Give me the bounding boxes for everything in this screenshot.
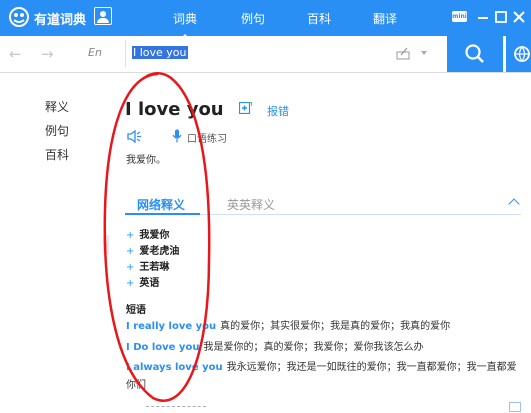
sidebar-item-definition[interactable]: 释义 — [45, 98, 69, 115]
microphone-icon[interactable] — [172, 129, 182, 143]
close-icon[interactable] — [511, 8, 527, 26]
web-definition-text: 王若琳 — [139, 262, 170, 273]
phrase-english-link[interactable]: I really love you — [126, 321, 216, 332]
speaking-practice-link[interactable]: 口语练习 — [187, 130, 227, 145]
handwriting-input-icon[interactable] — [396, 46, 410, 60]
more-link-hint — [146, 406, 206, 408]
phrase-english-link[interactable]: I always love you — [126, 362, 223, 373]
tab-web-definition[interactable]: 网络释义 — [137, 196, 185, 213]
language-selector[interactable]: En — [88, 46, 102, 59]
phrase-item: I always love you 我永远爱你；我还是一如既往的爱你；我一直都爱你… — [126, 359, 521, 395]
translate-globe-button[interactable] — [506, 36, 531, 72]
expand-plus-icon: + — [126, 230, 135, 241]
forward-arrow-icon[interactable]: → — [41, 45, 54, 63]
sidebar-collapse-handle[interactable]: ‹ — [103, 235, 109, 255]
tab-english-definition[interactable]: 英英释义 — [227, 196, 275, 213]
minimize-icon[interactable] — [475, 8, 491, 26]
sidebar-item-examples[interactable]: 例句 — [45, 122, 69, 139]
web-definition-text: 爱老虎油 — [139, 246, 180, 257]
user-avatar-icon[interactable] — [94, 7, 112, 25]
search-icon — [465, 44, 484, 63]
web-definition-text: 英语 — [139, 278, 160, 289]
basic-meaning: 我爱你。 — [126, 155, 166, 166]
search-button[interactable] — [447, 36, 503, 72]
maximize-icon[interactable] — [493, 8, 509, 26]
title-bar: 有道词典 词典 例句 百科 翻译 mini — [0, 0, 531, 39]
add-to-wordbook-icon[interactable] — [239, 102, 252, 114]
web-definition-item[interactable]: + 王若琳 — [126, 258, 169, 273]
web-definition-item[interactable]: + 我爱你 — [126, 226, 169, 241]
phrase-english-link[interactable]: I Do love you — [126, 342, 199, 353]
active-tab-indicator — [125, 213, 200, 215]
expand-plus-icon: + — [126, 262, 135, 273]
web-definition-text: 我爱你 — [139, 230, 170, 241]
feedback-icon[interactable] — [509, 402, 521, 412]
phrase-item: I really love you 真的爱你；其实很爱你；我是真的爱你；我真的爱你 — [126, 318, 521, 336]
search-query-text[interactable]: I love you — [132, 46, 188, 59]
back-arrow-icon[interactable]: ← — [9, 45, 22, 63]
expand-plus-icon: + — [126, 246, 135, 257]
youdao-logo-icon — [9, 7, 29, 27]
web-definition-item[interactable]: + 英语 — [126, 274, 159, 289]
phrase-translation: 我是爱你的；真的爱你；我爱你；爱你我该怎么办 — [203, 342, 424, 353]
speaker-icon[interactable] — [127, 130, 143, 143]
sidebar-item-encyclopedia[interactable]: 百科 — [45, 146, 69, 163]
search-input[interactable]: I love you — [125, 40, 448, 67]
expand-plus-icon: + — [126, 278, 135, 289]
tab-examples[interactable]: 例句 — [241, 10, 265, 27]
tab-dictionary[interactable]: 词典 — [173, 10, 197, 39]
phrase-translation: 真的爱你；其实很爱你；我是真的爱你；我真的爱你 — [220, 321, 451, 332]
globe-icon — [514, 46, 530, 62]
tab-encyclopedia[interactable]: 百科 — [307, 10, 331, 27]
web-definition-item[interactable]: + 爱老虎油 — [126, 242, 179, 257]
tab-translate[interactable]: 翻译 — [373, 10, 397, 27]
search-bar: ← → En I love you — [0, 36, 531, 73]
mini-mode-button[interactable]: mini — [452, 11, 467, 22]
headword: I love you — [125, 99, 224, 120]
app-title: 有道词典 — [34, 13, 87, 28]
collapse-chevron-icon[interactable] — [508, 198, 520, 210]
report-error-link[interactable]: 报错 — [267, 103, 289, 119]
phrase-item: I Do love you 我是爱你的；真的爱你；我爱你；爱你我该怎么办 — [126, 339, 521, 357]
dropdown-arrow-icon[interactable] — [421, 51, 427, 55]
phrases-heading: 短语 — [126, 305, 146, 316]
